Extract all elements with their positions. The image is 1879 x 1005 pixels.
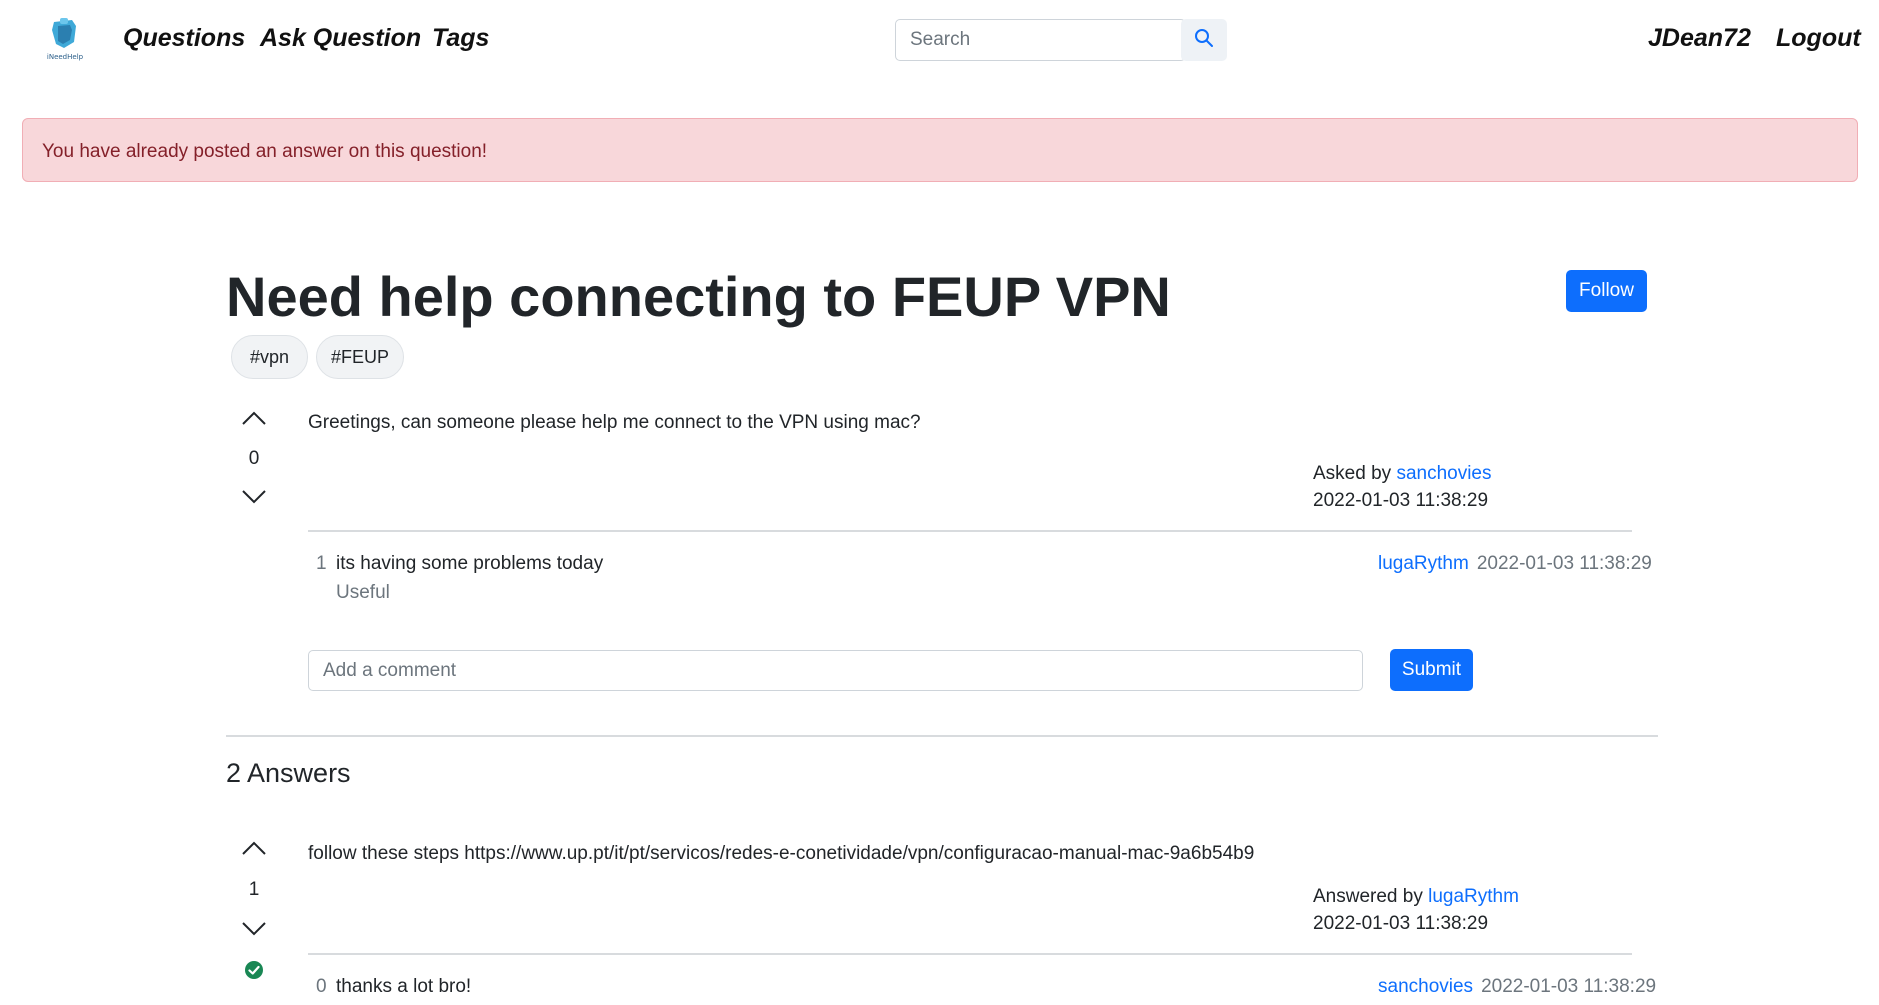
- search-input[interactable]: [895, 19, 1186, 61]
- comment-meta: lugaRythm 2022-01-03 11:38:29: [1378, 553, 1652, 575]
- comment-date: 2022-01-03 11:38:29: [1476, 553, 1652, 574]
- nav-logout[interactable]: Logout: [1776, 24, 1861, 53]
- answer-body: follow these steps https://www.up.pt/it/…: [308, 843, 1255, 864]
- useful-button[interactable]: Useful: [336, 582, 390, 604]
- nav-questions[interactable]: Questions: [123, 24, 245, 53]
- comment-meta: sanchovies 2022-01-03 11:38:29: [1378, 976, 1656, 998]
- upvote-icon[interactable]: [239, 839, 269, 857]
- navbar: iNeedHelp Questions Ask Question Tags JD…: [0, 0, 1879, 82]
- comment-text: thanks a lot bro!: [336, 976, 472, 997]
- search-button[interactable]: [1181, 19, 1227, 61]
- tag-feup[interactable]: #FEUP: [316, 335, 404, 379]
- section-divider: [226, 735, 1658, 737]
- comment-date: 2022-01-03 11:38:29: [1481, 976, 1657, 997]
- accepted-check-icon: [244, 960, 264, 980]
- nav-username[interactable]: JDean72: [1648, 24, 1751, 53]
- tag-vpn[interactable]: #vpn: [231, 335, 308, 379]
- question-title: Need help connecting to FEUP VPN: [226, 265, 1171, 328]
- nav-tags[interactable]: Tags: [432, 24, 489, 53]
- answers-heading: 2 Answers: [226, 758, 351, 788]
- answer-author-link[interactable]: lugaRythm: [1428, 886, 1519, 907]
- comment-score: 0: [316, 976, 327, 997]
- question-date: 2022-01-03 11:38:29: [1313, 490, 1489, 511]
- divider: [308, 530, 1632, 532]
- divider: [308, 953, 1632, 955]
- answer-vote-count: 1: [248, 879, 260, 900]
- answer-answered-by: Answered by lugaRythm: [1313, 883, 1519, 910]
- comment-score: 1: [316, 553, 327, 574]
- upvote-icon[interactable]: [239, 409, 269, 427]
- logo-icon[interactable]: iNeedHelp: [42, 16, 88, 62]
- comment-text: its having some problems today: [336, 553, 604, 574]
- follow-button[interactable]: Follow: [1566, 270, 1647, 312]
- logo-text: iNeedHelp: [47, 53, 84, 61]
- submit-comment-button[interactable]: Submit: [1390, 649, 1473, 691]
- alert-message: You have already posted an answer on thi…: [42, 141, 488, 162]
- asked-by-label: Asked by: [1313, 463, 1392, 484]
- answer-date: 2022-01-03 11:38:29: [1313, 913, 1489, 934]
- alert-already-answered: You have already posted an answer on thi…: [22, 118, 1858, 182]
- question-author-link[interactable]: sanchovies: [1396, 463, 1491, 484]
- question-body: Greetings, can someone please help me co…: [308, 412, 921, 433]
- nav-ask-question[interactable]: Ask Question: [260, 24, 421, 53]
- answered-by-label: Answered by: [1313, 886, 1423, 907]
- add-comment-input[interactable]: [308, 650, 1363, 691]
- question-vote-count: 0: [248, 448, 260, 469]
- question-asked-by: Asked by sanchovies: [1313, 460, 1492, 487]
- comment-author-link[interactable]: sanchovies: [1378, 976, 1473, 997]
- comment-author-link[interactable]: lugaRythm: [1378, 553, 1469, 574]
- downvote-icon[interactable]: [239, 920, 269, 938]
- downvote-icon[interactable]: [239, 488, 269, 506]
- search-icon: [1194, 28, 1214, 53]
